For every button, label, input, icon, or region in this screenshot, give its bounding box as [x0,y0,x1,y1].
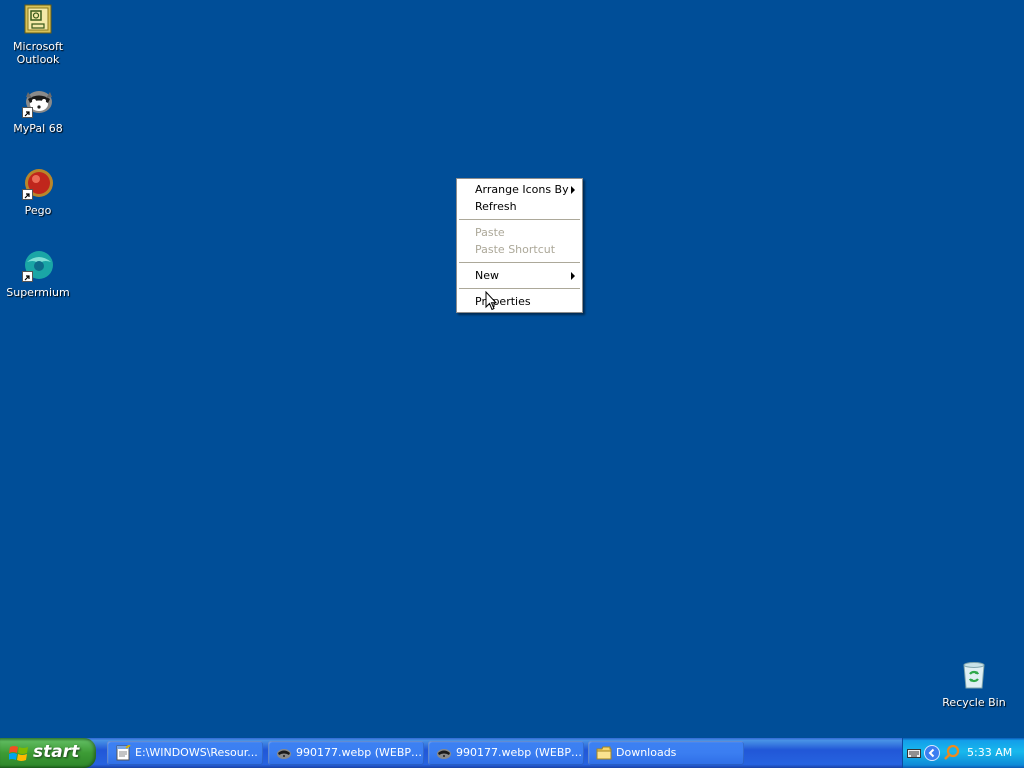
notepad-icon [115,744,131,761]
system-tray: 5:33 AM [902,738,1024,768]
recycle-bin-icon [958,660,990,692]
mouse-cursor-icon [485,290,498,311]
keyboard-icon[interactable] [907,747,921,759]
image-viewer-icon [276,745,292,761]
desktop-icon-outlook[interactable]: Microsoft Outlook [0,4,76,66]
desktop-icon-mypal[interactable]: MyPal 68 [0,86,76,135]
menu-item-refresh[interactable]: Refresh [457,198,582,215]
desktop-icon-label: Microsoft Outlook [12,40,64,66]
taskbar-button-webp-2[interactable]: 990177.webp (WEBP ... [428,741,584,765]
clock[interactable]: 5:33 AM [967,738,1012,768]
search-icon[interactable] [943,744,961,762]
shortcut-arrow-icon [22,107,33,118]
taskbar: start E:\WINDOWS\Resour... 990177.webp (… [0,738,1024,768]
taskbar-button-label: Downloads [616,746,677,759]
desktop-icon-label: Pego [24,204,52,217]
pego-icon [22,168,54,200]
desktop-icon-label: Supermium [6,286,70,299]
start-button[interactable]: start [0,738,96,768]
menu-item-label: New [475,269,499,282]
taskbar-button-downloads[interactable]: Downloads [588,741,744,765]
mypal-icon [22,86,54,118]
start-label: start [33,742,80,762]
desktop-icon-label: MyPal 68 [13,122,63,135]
menu-item-arrange-icons-by[interactable]: Arrange Icons By [457,181,582,198]
taskbar-button-label: 990177.webp (WEBP ... [296,746,424,759]
desktop-icon-supermium[interactable]: Supermium [0,250,76,299]
submenu-arrow-icon [571,272,575,280]
desktop-icon-label: Recycle Bin [942,696,1006,709]
expand-tray-icon[interactable] [924,745,940,761]
menu-item-label: Paste [475,226,505,239]
shortcut-arrow-icon [22,189,33,200]
desktop-icon-recycle-bin[interactable]: Recycle Bin [936,660,1012,709]
taskbar-button-notepad[interactable]: E:\WINDOWS\Resour... [107,741,263,765]
menu-separator [459,288,580,289]
outlook-icon [22,4,54,36]
image-viewer-icon [436,745,452,761]
menu-item-new[interactable]: New [457,267,582,284]
desktop[interactable]: Microsoft Outlook MyPal 68 Pego Supermiu… [0,0,1024,738]
folder-icon [596,745,612,761]
menu-item-label: Refresh [475,200,517,213]
supermium-icon [22,250,54,282]
menu-separator [459,219,580,220]
desktop-icon-pego[interactable]: Pego [0,168,76,217]
windows-logo-icon [8,745,29,762]
taskbar-button-label: E:\WINDOWS\Resour... [135,746,258,759]
menu-item-label: Paste Shortcut [475,243,556,256]
taskbar-button-webp-1[interactable]: 990177.webp (WEBP ... [268,741,424,765]
menu-item-properties[interactable]: Properties [457,293,582,310]
menu-item-label: Arrange Icons By [475,183,569,196]
desktop-context-menu: Arrange Icons By Refresh Paste Paste Sho… [456,178,583,313]
menu-item-label: Properties [475,295,531,308]
menu-separator [459,262,580,263]
menu-item-paste-shortcut: Paste Shortcut [457,241,582,258]
submenu-arrow-icon [571,186,575,194]
shortcut-arrow-icon [22,271,33,282]
taskbar-button-label: 990177.webp (WEBP ... [456,746,584,759]
menu-item-paste: Paste [457,224,582,241]
